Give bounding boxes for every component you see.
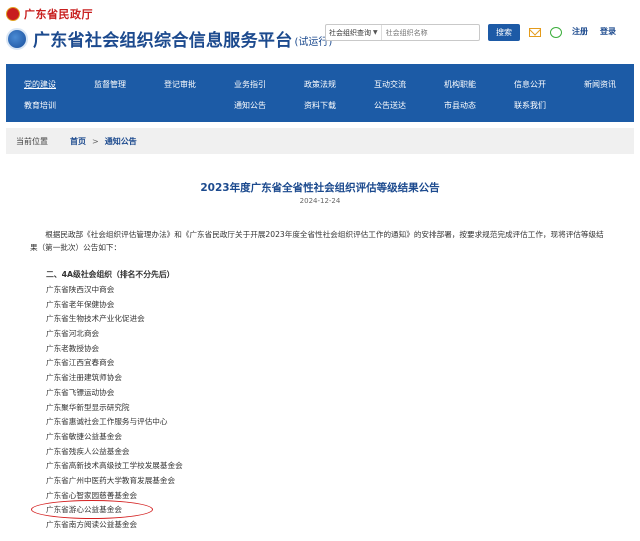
list-item: 广东省老年保健协会 (46, 299, 115, 309)
list-item: 广东聚华新型显示研究院 (46, 402, 130, 412)
nav-item-news[interactable]: 新闻资讯 (584, 79, 616, 90)
organization-list: 广东省陕西汉中商会 广东省老年保健协会 广东省生物技术产业化促进会 广东省河北商… (46, 283, 183, 533)
breadcrumb-current[interactable]: 通知公告 (105, 136, 137, 147)
breadcrumb-separator: > (92, 136, 99, 146)
chevron-down-icon: ▼ (373, 29, 378, 36)
list-item: 广东省南方阅读公益基金会 (46, 520, 138, 529)
search-bar: 社会组织查询 ▼ (325, 24, 480, 41)
breadcrumb: 当前位置 首页 > 通知公告 (6, 128, 634, 154)
nav-item-party-building[interactable]: 党的建设 (24, 79, 56, 90)
list-item: 广东省广州中医药大学教育发展基金会 (46, 475, 176, 485)
chat-icon[interactable] (549, 26, 562, 38)
nav-item-policies[interactable]: 政策法规 (304, 79, 336, 90)
list-item: 广东省高新技术高级技工学校发展基金会 (46, 461, 183, 471)
section-heading: 二、4A级社会组织（排名不分先后） (46, 270, 175, 279)
search-button[interactable]: 搜索 (488, 24, 520, 41)
article-intro: 根据民政部《社会组织评估管理办法》和《广东省民政厅关于开展2023年度全省性社会… (30, 230, 604, 252)
nav-item-supervision[interactable]: 监督管理 (94, 79, 126, 90)
nav-item-local-news[interactable]: 市县动态 (444, 100, 476, 111)
platform-emblem-icon (6, 27, 28, 50)
search-category-select[interactable]: 社会组织查询 ▼ (326, 25, 382, 40)
list-item: 广东省飞镖运动协会 (46, 387, 115, 397)
list-item: 广东省注册建筑师协会 (46, 373, 122, 383)
search-input[interactable] (381, 28, 472, 37)
nav-item-downloads[interactable]: 资料下载 (304, 100, 336, 111)
list-item: 广东省残疾人公益基金会 (46, 446, 130, 456)
site-logo[interactable]: 广东省社会组织综合信息服务平台 (试运行) (6, 26, 332, 51)
list-item: 广东省惠诚社会工作服务与评估中心 (46, 417, 168, 427)
list-item: 广东省江西宜春商会 (46, 358, 115, 368)
list-item: 广东省生物技术产业化促进会 (46, 314, 145, 324)
breadcrumb-label: 当前位置 (16, 136, 48, 146)
mail-icon[interactable] (528, 26, 541, 38)
national-emblem-icon (6, 6, 20, 21)
article-title: 2023年度广东省全省性社会组织评估等级结果公告 (200, 182, 440, 194)
article-date: 2024-12-24 (299, 197, 341, 205)
ministry-name: 广东省民政厅 (24, 7, 93, 21)
highlight-circle (31, 500, 153, 519)
list-item: 广东省陕西汉中商会 (46, 285, 115, 294)
site-title: 广东省社会组织综合信息服务平台 (33, 31, 293, 51)
nav-item-business-guide[interactable]: 业务指引 (234, 79, 266, 90)
register-link[interactable]: 注册 (572, 26, 588, 37)
list-item: 广东省敏捷公益基金会 (46, 431, 122, 441)
nav-item-training[interactable]: 教育培训 (24, 100, 56, 111)
list-item: 广东老教授协会 (46, 343, 100, 353)
list-item: 广东省河北商会 (46, 329, 100, 339)
search-category-label: 社会组织查询 (329, 28, 371, 37)
login-link[interactable]: 登录 (600, 26, 616, 37)
nav-item-notices[interactable]: 通知公告 (234, 100, 266, 111)
main-nav: 党的建设 监督管理 登记审批 业务指引 政策法规 互动交流 机构职能 信息公开 … (6, 64, 634, 122)
nav-item-contact[interactable]: 联系我们 (514, 100, 546, 111)
nav-item-service[interactable]: 公告送达 (374, 100, 406, 111)
nav-item-interaction[interactable]: 互动交流 (374, 79, 406, 90)
ministry-logo[interactable]: 广东省民政厅 (6, 6, 93, 21)
nav-item-functions[interactable]: 机构职能 (444, 79, 476, 90)
breadcrumb-home[interactable]: 首页 (70, 136, 86, 147)
site-header: 广东省民政厅 广东省社会组织综合信息服务平台 (试运行) 社会组织查询 ▼ 搜索… (0, 0, 640, 62)
nav-item-disclosure[interactable]: 信息公开 (514, 79, 546, 90)
nav-item-registration[interactable]: 登记审批 (164, 79, 196, 90)
